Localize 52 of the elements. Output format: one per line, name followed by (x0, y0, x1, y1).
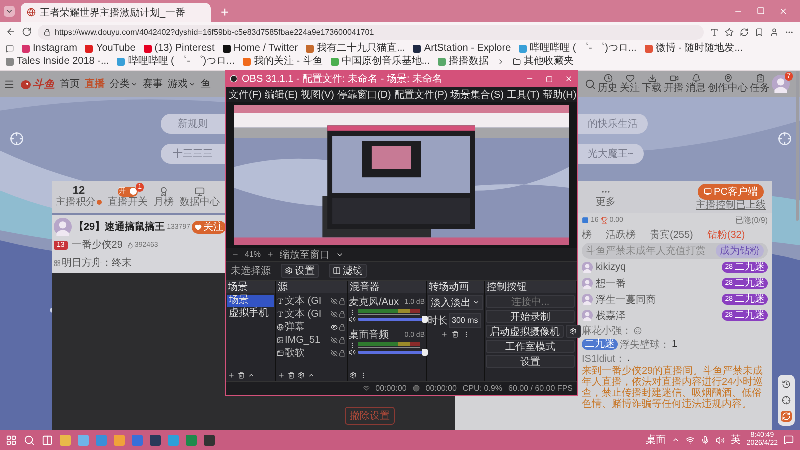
folder-icon (513, 58, 522, 66)
favorites-icon[interactable] (755, 28, 764, 36)
bookmark-link[interactable]: 播播数据 (438, 56, 490, 68)
bookmark-folder[interactable]: 其他收藏夹 (513, 56, 574, 68)
taskbar-app-icon[interactable] (150, 434, 161, 446)
bookmark-link[interactable]: Instagram (22, 43, 78, 55)
site-icon (644, 45, 653, 53)
site-icon (222, 45, 231, 53)
chat-icon[interactable] (6, 45, 14, 53)
site-icon (519, 45, 528, 53)
site-icon (438, 58, 446, 66)
lock-icon (44, 28, 51, 36)
bookmark-link[interactable]: 我有二十九只猫直... (306, 43, 406, 55)
sync-icon[interactable] (740, 28, 749, 36)
bookmark-link[interactable]: 哔哩哔哩 ( ゜- ゜)つロ... (117, 56, 235, 68)
taskbar-app-icon[interactable] (204, 434, 215, 446)
network-icon[interactable] (686, 436, 695, 444)
star-icon[interactable] (725, 28, 734, 36)
input-method[interactable]: 英 (730, 433, 741, 447)
bookmark-link[interactable]: 我的关注 - 斗鱼 (242, 56, 323, 68)
desktop-label[interactable]: 桌面 (646, 433, 666, 447)
bookmark-link[interactable]: YouTube (85, 43, 136, 55)
url-text: https://www.douyu.com/4042402?dyshid=16f59bb-c5e83d7585fbae224a9e173600041701 (55, 28, 374, 36)
maximize-icon[interactable] (757, 6, 765, 14)
site-icon (85, 45, 94, 53)
tab-menu-button[interactable] (4, 6, 15, 16)
bookmark-link[interactable]: 哔哩哔哩 ( ゜- ゜)つロ... (519, 43, 637, 55)
task-view-icon[interactable] (42, 434, 53, 446)
microphone-icon[interactable] (700, 436, 710, 444)
close-icon[interactable] (779, 6, 788, 16)
notification-icon[interactable] (784, 435, 794, 445)
tray-chevron-icon[interactable] (672, 436, 680, 444)
site-icon (242, 58, 251, 66)
refresh-icon[interactable] (22, 27, 32, 37)
bookmark-link[interactable]: Tales Inside 2018 -... (6, 56, 110, 68)
windows-start-icon[interactable] (6, 434, 17, 446)
globe-icon (27, 8, 36, 17)
browser-tab[interactable]: 王者荣耀世界主播激励计划_一番 (21, 3, 211, 22)
site-icon (306, 45, 314, 53)
bookmark-link[interactable]: Home / Twitter (222, 43, 298, 55)
back-icon[interactable] (6, 27, 16, 37)
site-icon (413, 45, 422, 53)
profile-icon[interactable] (770, 28, 779, 36)
site-icon (144, 45, 152, 53)
bookmark-link[interactable]: (13) Pinterest (144, 43, 215, 55)
bookmark-link[interactable]: 微博 - 随时随地发... (644, 43, 744, 55)
read-aloud-icon[interactable] (710, 28, 719, 36)
bookmark-link[interactable]: 中国原创音乐基地... (330, 56, 430, 68)
site-icon (330, 58, 339, 66)
bookmark-link[interactable]: ArtStation - Explore (413, 43, 512, 55)
address-field[interactable]: https://www.douyu.com/4042402?dyshid=16f59bb-c5e83d7585fbae224a9e173600041701 (38, 24, 704, 40)
site-icon (117, 58, 126, 66)
